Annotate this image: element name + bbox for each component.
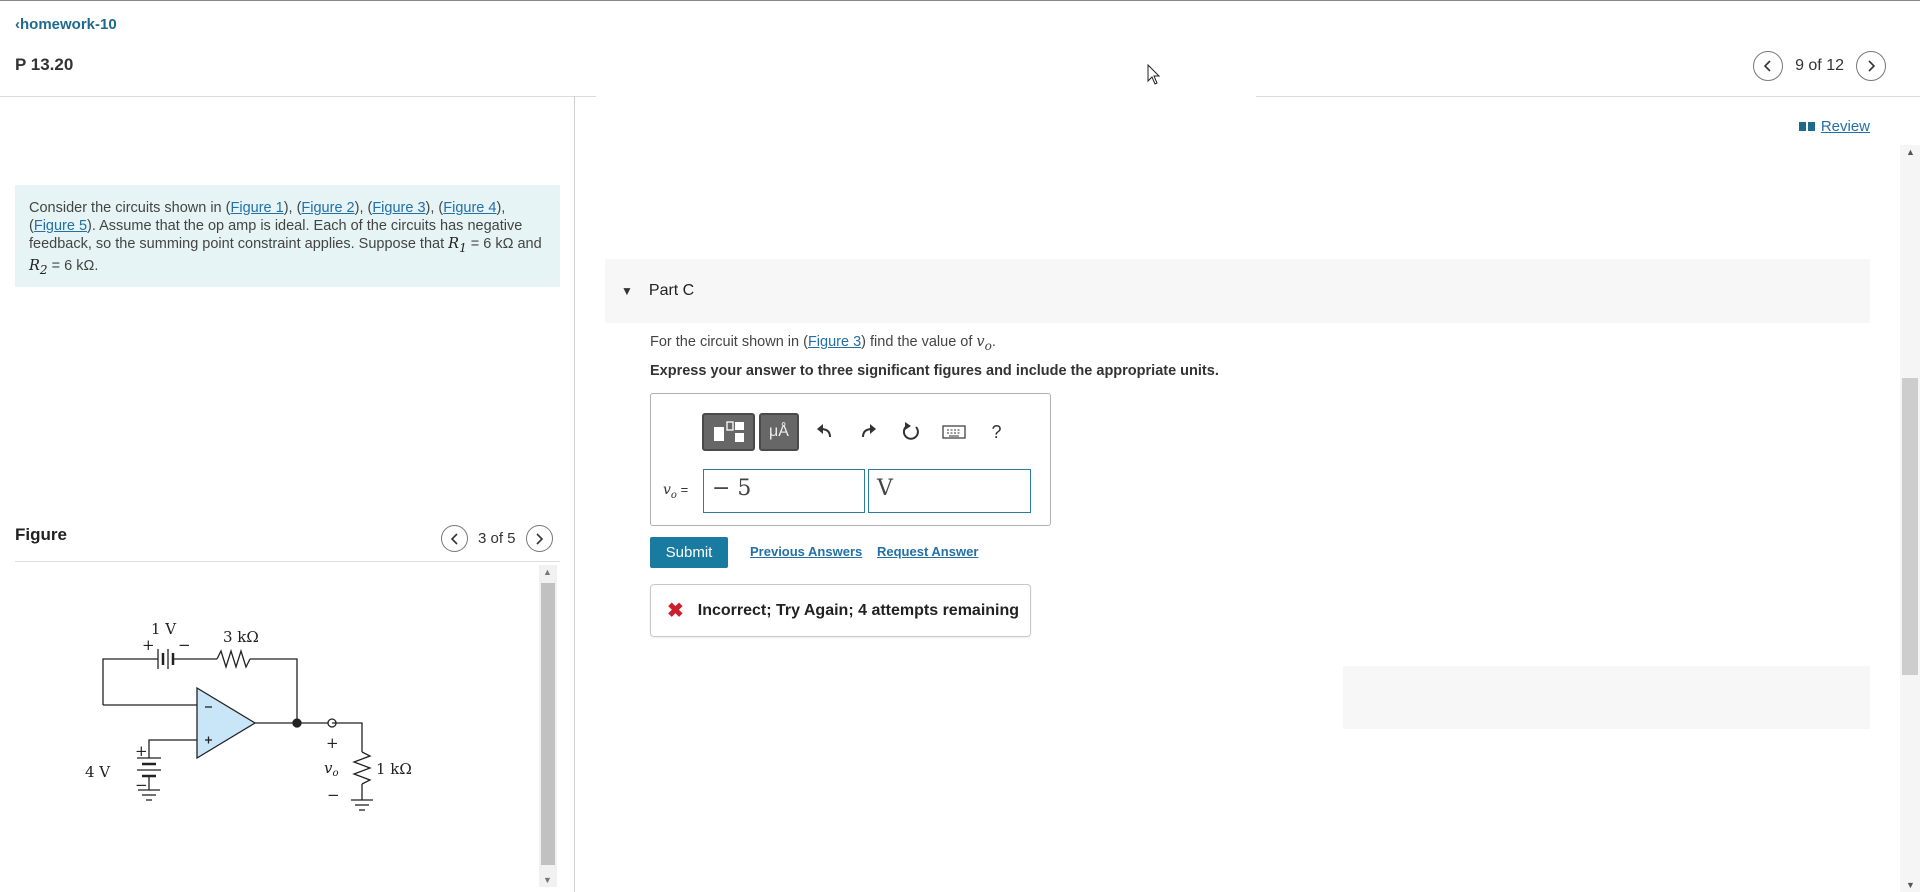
figure-scroll-thumb[interactable]	[541, 583, 555, 865]
scroll-up-icon[interactable]: ▲	[1906, 147, 1915, 157]
question-variable: vo	[976, 334, 992, 353]
redo-icon	[861, 424, 876, 438]
part-title: Part C	[648, 282, 695, 299]
wire-right-top	[250, 658, 298, 723]
figure-5-link[interactable]: Figure 5	[34, 218, 87, 234]
problem-statement: Consider the circuits shown in (Figure 1…	[15, 185, 560, 287]
answer-unit-input[interactable]: V	[868, 469, 1031, 513]
chevron-right-icon	[536, 532, 544, 545]
item-pager: 9 of 12	[1753, 51, 1886, 81]
resistor-1k	[352, 751, 372, 785]
review-label: Review	[1820, 118, 1870, 135]
submit-button[interactable]: Submit	[650, 537, 728, 568]
problem-intro: Consider the circuits shown in (	[29, 200, 231, 216]
op-amp	[196, 686, 257, 760]
label-1k: 1 kΩ	[376, 760, 412, 778]
figure-heading: Figure	[15, 525, 67, 544]
error-x-icon: ✖	[667, 600, 684, 622]
mouse-pointer-icon	[1147, 64, 1161, 85]
problem-title: P 13.20	[15, 55, 74, 74]
figure-pager-text: 3 of 5	[478, 530, 516, 547]
question-text: For the circuit shown in (Figure 3) find…	[650, 334, 996, 353]
r2-symbol: R2	[29, 257, 48, 277]
book-icon	[1798, 122, 1815, 131]
redo-button[interactable]	[846, 413, 889, 451]
page-root: ‹homework-10 P 13.20 9 of 12 Review Cons…	[0, 0, 1920, 892]
figure-divider	[15, 561, 560, 562]
header-divider-right	[1256, 96, 1920, 97]
undo-icon	[816, 424, 831, 438]
figure-3-link[interactable]: Figure 3	[372, 200, 425, 216]
label-1v: 1 V	[151, 620, 177, 638]
label-plus-vo: +	[326, 734, 339, 752]
scroll-down-icon[interactable]: ▼	[1906, 880, 1915, 890]
label-plus-source: +	[135, 742, 148, 760]
help-button[interactable]: ?	[975, 413, 1018, 451]
reset-button[interactable]	[889, 413, 932, 451]
label-plus-battery: +	[142, 636, 155, 654]
reset-icon	[902, 422, 919, 440]
label-3k: 3 kΩ	[223, 628, 259, 646]
label-vo: vo	[324, 759, 339, 779]
circuit-diagram: 1 V 3 kΩ 4 V 1 kΩ + − + − + − vo	[85, 620, 412, 811]
answer-box: μÅ ? vo = − 5 V	[650, 393, 1051, 526]
r1-symbol: R1	[448, 236, 467, 255]
r2-value: = 6 kΩ.	[47, 257, 99, 274]
undo-button[interactable]	[803, 413, 846, 451]
previous-figure-button[interactable]	[441, 525, 468, 552]
review-link[interactable]: Review	[1798, 118, 1870, 135]
item-pager-text: 9 of 12	[1795, 57, 1844, 74]
scroll-down-icon[interactable]: ▼	[543, 875, 552, 885]
chevron-left-icon	[1763, 60, 1771, 72]
answer-label: vo =	[663, 482, 689, 501]
scroll-up-icon[interactable]: ▲	[543, 567, 552, 577]
back-link-label: homework-10	[20, 16, 117, 33]
label-minus-vo: −	[327, 786, 340, 804]
figure-4-link[interactable]: Figure 4	[443, 200, 496, 216]
label-minus-battery: −	[178, 636, 191, 654]
math-toolbar: μÅ ?	[702, 411, 1049, 453]
part-c-header[interactable]: ▼ Part C	[605, 259, 1870, 323]
resistor-3k	[216, 648, 251, 670]
next-item-button[interactable]	[1856, 51, 1886, 81]
keyboard-icon	[941, 425, 966, 439]
next-figure-button[interactable]	[525, 525, 553, 552]
and-text: and	[513, 236, 542, 252]
top-border	[0, 0, 1920, 1]
templates-button[interactable]	[702, 413, 755, 451]
answer-instruction: Express your answer to three significant…	[650, 363, 1219, 379]
output-node	[292, 718, 302, 728]
page-scroll-thumb[interactable]	[1902, 378, 1918, 675]
templates-icon	[713, 421, 744, 442]
label-4v: 4 V	[85, 763, 111, 781]
feedback-message: ✖ Incorrect; Try Again; 4 attempts remai…	[650, 584, 1031, 637]
keyboard-button[interactable]	[932, 413, 975, 451]
label-minus-source: −	[135, 776, 148, 794]
question-figure-link[interactable]: Figure 3	[808, 334, 861, 350]
figure-2-link[interactable]: Figure 2	[301, 200, 354, 216]
wire-plus-input	[148, 739, 197, 758]
wire-left-top	[102, 658, 153, 705]
pane-divider	[574, 96, 575, 892]
answer-value-input[interactable]: − 5	[703, 469, 865, 513]
feedback-text: Incorrect; Try Again; 4 attempts remaini…	[697, 601, 1020, 619]
chevron-left-icon	[450, 532, 458, 545]
page-scrollbar[interactable]: ▲ ▼	[1900, 145, 1920, 892]
caret-down-icon: ▼	[621, 284, 633, 298]
request-answer-link[interactable]: Request Answer	[877, 544, 978, 559]
units-button[interactable]: μÅ	[759, 413, 799, 451]
figure-scrollbar[interactable]: ▲ ▼	[539, 565, 557, 887]
r1-value: = 6 kΩ	[466, 236, 514, 252]
back-to-assignment-link[interactable]: ‹homework-10	[15, 16, 117, 33]
header-divider	[0, 96, 596, 97]
figure-pager: 3 of 5	[441, 525, 553, 552]
empty-panel	[1343, 666, 1870, 729]
figure-1-link[interactable]: Figure 1	[230, 200, 283, 216]
previous-item-button[interactable]	[1753, 51, 1784, 81]
previous-answers-link[interactable]: Previous Answers	[750, 544, 862, 559]
chevron-right-icon	[1868, 60, 1876, 72]
